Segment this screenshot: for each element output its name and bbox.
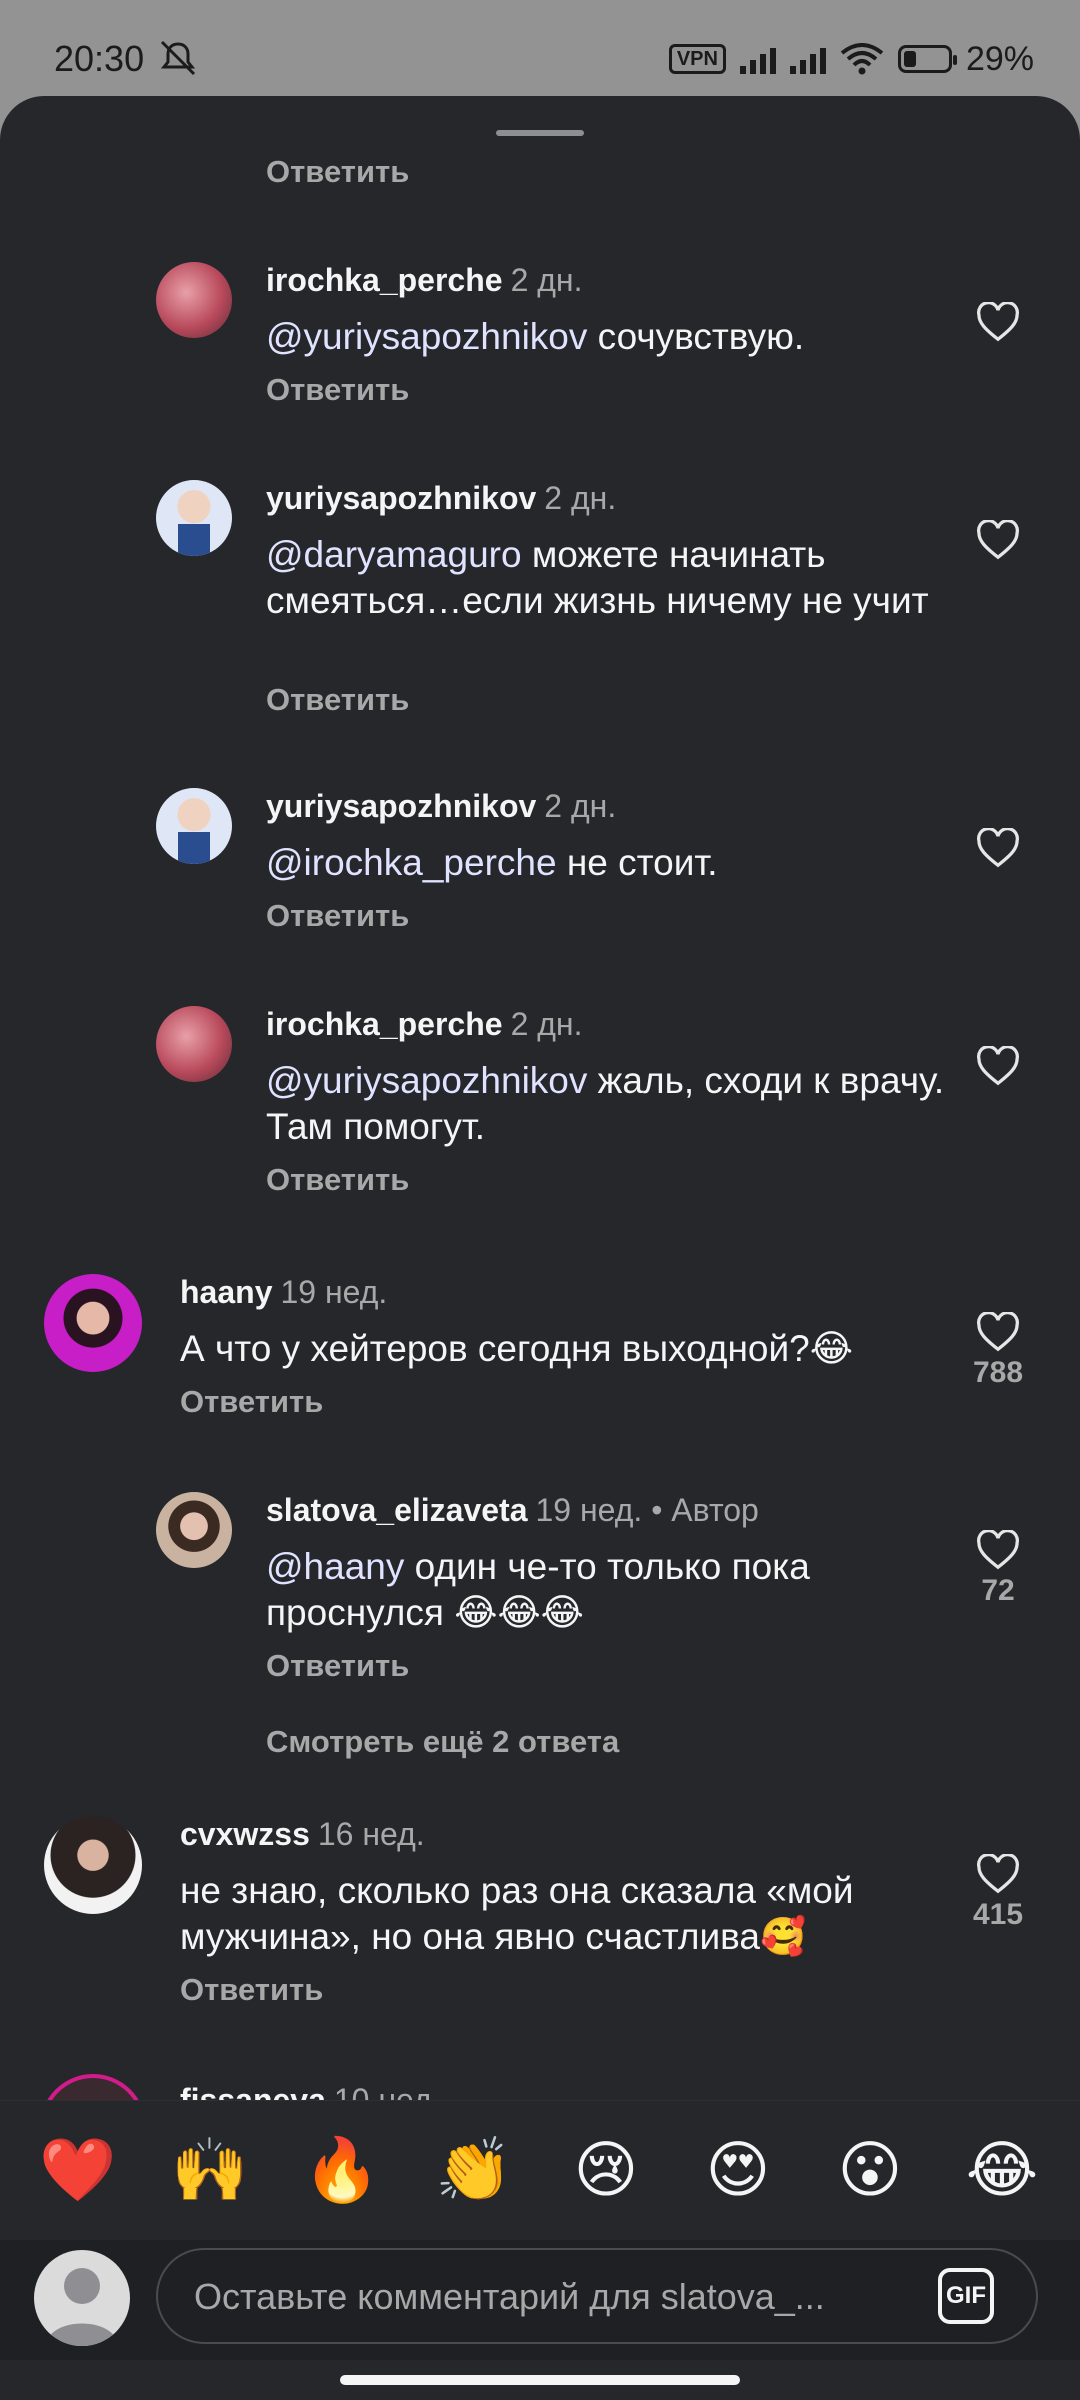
emoji-laughing[interactable]: 😂 [952, 2136, 1052, 2206]
mention-link[interactable]: @daryamaguro [266, 534, 522, 575]
avatar[interactable] [44, 1274, 142, 1372]
author-badge: • Автор [651, 1492, 759, 1528]
view-more-replies-button[interactable]: Смотреть ещё 2 ответа [266, 1724, 619, 1760]
person-icon [46, 2268, 118, 2346]
reply-button[interactable]: Ответить [266, 898, 409, 934]
signal-icon-2 [789, 44, 826, 74]
heart-icon [977, 302, 1019, 342]
heart-icon [977, 1312, 1019, 1352]
timestamp: 16 нед. [317, 1816, 425, 1852]
like-button[interactable] [968, 828, 1028, 868]
reply-button[interactable]: Ответить [266, 682, 409, 718]
reply-button[interactable]: Ответить [266, 1162, 409, 1198]
mention-link[interactable]: @irochka_perche [266, 842, 557, 883]
reply-button[interactable]: Ответить [266, 154, 409, 190]
username[interactable]: yuriysapozhnikov [266, 480, 536, 516]
emoji-reaction-bar: ❤️ 🙌 🔥 👏 😢 😍 😮 😂 [0, 2100, 1080, 2240]
avatar[interactable] [156, 1006, 232, 1082]
vpn-icon: VPN [668, 44, 726, 74]
drag-handle[interactable] [496, 130, 584, 136]
mention-link[interactable]: @yuriysapozhnikov [266, 1060, 587, 1101]
gif-button[interactable]: GIF [938, 2268, 994, 2324]
status-bar: 20:30 VPN 29% [0, 0, 1080, 96]
signal-icon [739, 44, 776, 74]
like-button[interactable] [968, 1046, 1028, 1086]
emoji-surprised[interactable]: 😮 [820, 2136, 920, 2206]
like-count: 72 [981, 1574, 1015, 1607]
heart-icon [977, 1530, 1019, 1570]
heart-icon [977, 1854, 1019, 1894]
like-button[interactable] [968, 302, 1028, 342]
wifi-icon [840, 43, 884, 75]
bell-muted-icon [160, 40, 196, 76]
avatar[interactable] [44, 1816, 142, 1914]
username[interactable]: irochka_perche [266, 1006, 503, 1042]
comment-text: А что у хейтеров сегодня выходной?😂 [180, 1328, 853, 1369]
reply-button[interactable]: Ответить [266, 372, 409, 408]
username[interactable]: irochka_perche [266, 262, 503, 298]
avatar[interactable] [156, 480, 232, 556]
timestamp: 19 нед. [535, 1492, 643, 1528]
home-indicator[interactable] [340, 2375, 740, 2385]
comments-sheet: Ответить irochka_perche 2 дн. @yuriysapoz… [0, 96, 1080, 2400]
username[interactable]: slatova_elizaveta [266, 1492, 528, 1528]
comment-text: @irochka_perche не стоит. [266, 842, 718, 883]
mention-link[interactable]: @yuriysapozhnikov [266, 316, 587, 357]
like-count: 415 [972, 1898, 1024, 1931]
like-button[interactable]: 788 [968, 1312, 1028, 1390]
timestamp: 2 дн. [510, 1006, 583, 1042]
battery-percent: 29% [965, 39, 1034, 78]
timestamp: 2 дн. [544, 788, 617, 824]
comment-text: @yuriysapozhnikov жаль, сходи к врачу. Т… [266, 1060, 945, 1147]
emoji-crying[interactable]: 😢 [556, 2136, 656, 2206]
comment-input-placeholder: Оставьте комментарий для slatova_... [194, 2276, 825, 2317]
emoji-heart[interactable]: ❤️ [28, 2136, 128, 2206]
comment-text: @yuriysapozhnikov сочувствую. [266, 316, 805, 357]
my-avatar [34, 2250, 130, 2346]
timestamp: 19 нед. [280, 1274, 388, 1310]
emoji-heart-eyes[interactable]: 😍 [688, 2136, 788, 2206]
avatar[interactable] [156, 262, 232, 338]
avatar[interactable] [156, 788, 232, 864]
reply-button[interactable]: Ответить [180, 1972, 323, 2008]
heart-icon [977, 1046, 1019, 1086]
avatar[interactable] [156, 1492, 232, 1568]
heart-icon [977, 828, 1019, 868]
like-button[interactable]: 72 [968, 1530, 1028, 1608]
mention-link[interactable]: @haany [266, 1546, 404, 1587]
comment-text: @daryamaguro можете начинать смеяться…ес… [266, 534, 929, 621]
timestamp: 2 дн. [510, 262, 583, 298]
username[interactable]: cvxwzss [180, 1816, 310, 1852]
timestamp: 2 дн. [544, 480, 617, 516]
emoji-raised-hands[interactable]: 🙌 [160, 2136, 260, 2206]
like-button[interactable]: 415 [968, 1854, 1028, 1932]
emoji-fire[interactable]: 🔥 [292, 2136, 392, 2206]
comment-input-bar: Оставьте комментарий для slatova_... GIF [0, 2240, 1080, 2360]
status-time: 20:30 [54, 38, 145, 79]
reply-button[interactable]: Ответить [180, 1384, 323, 1420]
like-count: 788 [972, 1356, 1024, 1389]
battery-icon [897, 45, 957, 73]
heart-icon [977, 520, 1019, 560]
username[interactable]: haany [180, 1274, 272, 1310]
comment-text: @haany один че-то только пока проснулся … [266, 1546, 810, 1633]
reply-button[interactable]: Ответить [266, 1648, 409, 1684]
emoji-clap[interactable]: 👏 [424, 2136, 524, 2206]
comment-text: не знаю, сколько раз она сказала «мой му… [180, 1870, 854, 1957]
username[interactable]: yuriysapozhnikov [266, 788, 536, 824]
status-icons: VPN 29% [668, 39, 1034, 78]
like-button[interactable] [968, 520, 1028, 560]
comment-input[interactable]: Оставьте комментарий для slatova_... GIF [156, 2248, 1038, 2344]
